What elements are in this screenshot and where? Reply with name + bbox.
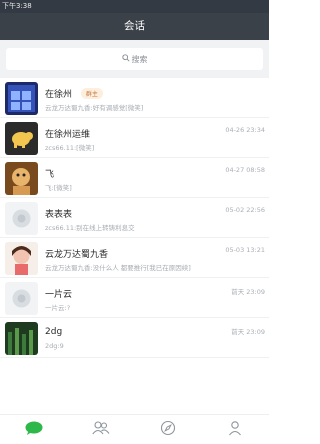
tab-contacts[interactable] <box>91 420 111 440</box>
tab-me[interactable] <box>225 420 245 440</box>
avatar-girl-icon <box>5 242 38 275</box>
avatar-group-image <box>5 82 38 115</box>
conversation-title: 2dg <box>45 327 63 337</box>
conversation-row-5[interactable]: 云龙万达蜀九香 05-03 13:21 云龙万达蜀九香:没什么人 都要推行[我已… <box>0 238 269 278</box>
conversation-list: 在徐州 群主 云龙万达蜀九香:好有调感觉[微笑] 在徐州运维 04-26 23:… <box>0 78 269 358</box>
compass-icon <box>160 420 176 440</box>
conversation-snippet: 2dg:9 <box>45 342 64 350</box>
search-input[interactable]: 搜索 <box>6 48 263 70</box>
tab-discover[interactable] <box>158 420 178 440</box>
conversation-title: 表表表 <box>45 210 73 220</box>
conversation-title: 在徐州运维 <box>45 130 91 140</box>
avatar-dog-photo <box>5 162 38 195</box>
conversation-row-1[interactable]: 在徐州 群主 云龙万达蜀九香:好有调感觉[微笑] <box>0 78 269 118</box>
conversation-time: 前天 23:09 <box>231 288 265 296</box>
search-area: 搜索 <box>0 40 269 78</box>
conversation-row-2[interactable]: 在徐州运维 04-26 23:34 zcs66.11:[微笑] <box>0 118 269 158</box>
status-time: 下午3:38 <box>2 2 32 10</box>
owner-badge: 群主 <box>80 88 103 99</box>
tab-chat[interactable] <box>24 420 44 440</box>
conversation-title: 飞 <box>45 170 55 180</box>
conversation-title: 在徐州 群主 <box>45 87 103 100</box>
chat-bubble-icon <box>25 420 43 439</box>
conversation-row-7[interactable]: 2dg 前天 23:09 2dg:9 <box>0 318 269 358</box>
conversation-snippet: 飞:[微笑] <box>45 184 72 192</box>
conversation-time: 前天 23:09 <box>231 328 265 336</box>
person-icon <box>227 420 243 440</box>
conversation-title: 一片云 <box>45 290 73 300</box>
conversation-snippet: zcs66.11:[微笑] <box>45 144 95 152</box>
search-icon <box>121 54 130 64</box>
conversation-row-6[interactable]: 一片云 前天 23:09 一片云:? <box>0 278 269 318</box>
conversation-time: 04-27 08:58 <box>225 166 265 174</box>
avatar-default-icon <box>5 282 38 315</box>
conversation-time: 05-03 13:21 <box>225 246 265 254</box>
conversation-snippet: 云龙万达蜀九香:好有调感觉[微笑] <box>45 104 144 112</box>
conversation-row-4[interactable]: 表表表 05-02 22:56 zcs66.11:别在线上转铸利息交 <box>0 198 269 238</box>
search-placeholder: 搜索 <box>131 54 148 64</box>
status-bar: 下午3:38 <box>0 0 269 13</box>
top-bar: 会话 <box>0 13 269 40</box>
avatar-elephant-icon <box>5 122 38 155</box>
conversation-title: 云龙万达蜀九香 <box>45 250 109 260</box>
conversation-time: 05-02 22:56 <box>225 206 265 214</box>
conversation-snippet: 一片云:? <box>45 304 71 312</box>
avatar-forest-image <box>5 322 38 355</box>
bottom-tab-bar <box>0 414 269 444</box>
contacts-icon <box>92 420 110 439</box>
avatar-default-icon <box>5 202 38 235</box>
conversation-time: 04-26 23:34 <box>225 126 265 134</box>
page-title: 会话 <box>124 20 145 32</box>
conversation-snippet: zcs66.11:别在线上转铸利息交 <box>45 224 135 232</box>
conversation-row-3[interactable]: 飞 04-27 08:58 飞:[微笑] <box>0 158 269 198</box>
conversation-snippet: 云龙万达蜀九香:没什么人 都要推行[我已在原因续] <box>45 264 191 272</box>
